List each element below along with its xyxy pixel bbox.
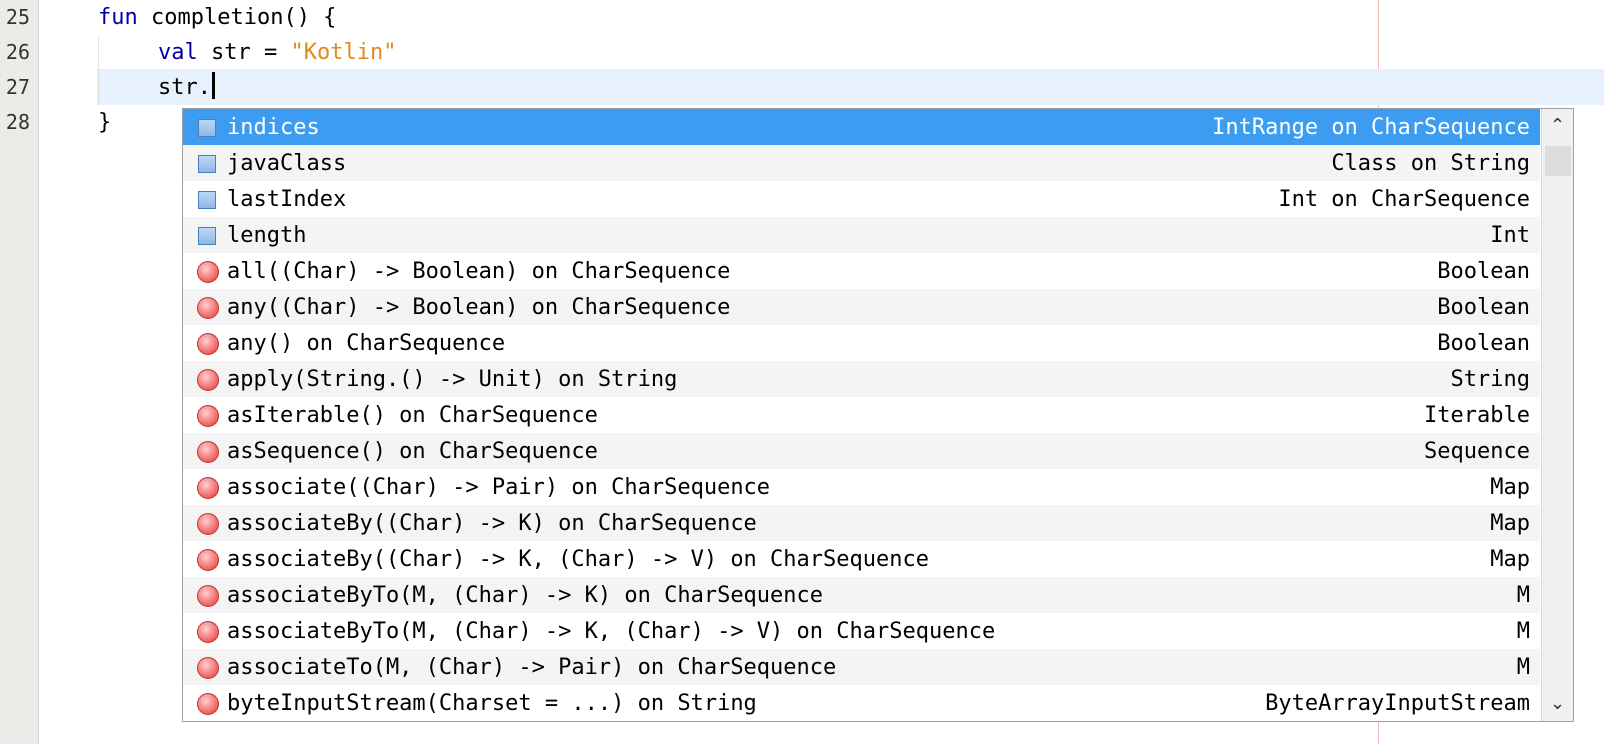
- completion-item-type: Map: [1490, 546, 1530, 572]
- completion-popup[interactable]: indices IntRange on CharSequence javaClass…: [182, 108, 1574, 722]
- completion-item-type: Map: [1490, 510, 1530, 536]
- completion-item-type: Sequence: [1424, 438, 1530, 464]
- completion-item-type: Iterable: [1424, 402, 1530, 428]
- completion-item-type: Boolean: [1437, 330, 1530, 356]
- completion-item-label: javaClass: [227, 150, 347, 176]
- code-line-26[interactable]: val str = "Kotlin": [158, 35, 396, 70]
- string-literal: "Kotlin": [290, 40, 397, 65]
- completion-item[interactable]: apply(String.() -> Unit) on String String: [183, 361, 1540, 397]
- code-text: str.: [158, 75, 211, 100]
- completion-item-label: associate((Char) -> Pair) on CharSequenc…: [227, 474, 771, 500]
- completion-item[interactable]: javaClass Class on String: [183, 145, 1540, 181]
- completion-item[interactable]: any() on CharSequence Boolean: [183, 325, 1540, 361]
- completion-item-label: indices: [227, 114, 320, 140]
- keyword: fun: [98, 5, 138, 30]
- completion-item[interactable]: associateBy((Char) -> K, (Char) -> V) on…: [183, 541, 1540, 577]
- completion-item-label: asSequence() on CharSequence: [227, 438, 598, 464]
- keyword: val: [158, 40, 198, 65]
- function-icon: [197, 441, 219, 463]
- completion-item[interactable]: associate((Char) -> Pair) on CharSequenc…: [183, 469, 1540, 505]
- completion-item[interactable]: asIterable() on CharSequence Iterable: [183, 397, 1540, 433]
- completion-item-label: all((Char) -> Boolean) on CharSequence: [227, 258, 731, 284]
- completion-item[interactable]: associateTo(M, (Char) -> Pair) on CharSe…: [183, 649, 1540, 685]
- completion-item-type: String: [1450, 366, 1530, 392]
- completion-item[interactable]: associateByTo(M, (Char) -> K, (Char) -> …: [183, 613, 1540, 649]
- text-caret: [211, 72, 215, 99]
- completion-item-type: Map: [1490, 474, 1530, 500]
- function-icon: [197, 693, 219, 715]
- completion-item-type: M: [1516, 582, 1530, 608]
- completion-item-label: associateByTo(M, (Char) -> K, (Char) -> …: [227, 618, 996, 644]
- completion-item-type: Boolean: [1437, 294, 1530, 320]
- line-number: 26: [5, 40, 30, 64]
- completion-item-type: Boolean: [1437, 258, 1530, 284]
- function-icon: [197, 477, 219, 499]
- function-icon: [197, 549, 219, 571]
- function-icon: [197, 621, 219, 643]
- completion-item[interactable]: indices IntRange on CharSequence: [183, 109, 1540, 145]
- function-icon: [197, 297, 219, 319]
- completion-scrollbar[interactable]: ⌃ ⌄: [1541, 109, 1573, 721]
- line-number: 25: [5, 5, 30, 29]
- code-line-27[interactable]: str.: [158, 70, 215, 105]
- completion-item-label: byteInputStream(Charset = ...) on String: [227, 690, 757, 716]
- completion-item-label: length: [227, 222, 307, 248]
- code-line-25[interactable]: fun completion() {: [98, 0, 336, 35]
- completion-item[interactable]: any((Char) -> Boolean) on CharSequence Bo…: [183, 289, 1540, 325]
- code-line-28[interactable]: }: [98, 105, 111, 140]
- line-number: 27: [5, 75, 30, 99]
- property-icon: [198, 191, 216, 209]
- completion-item-type: Int: [1490, 222, 1530, 248]
- completion-item[interactable]: associateBy((Char) -> K) on CharSequence…: [183, 505, 1540, 541]
- completion-item[interactable]: byteInputStream(Charset = ...) on String…: [183, 685, 1540, 721]
- line-number-gutter: 25 26 27 28: [0, 0, 39, 744]
- property-icon: [198, 227, 216, 245]
- line-number: 28: [5, 110, 30, 134]
- completion-item[interactable]: length Int: [183, 217, 1540, 253]
- function-icon: [197, 657, 219, 679]
- completion-item[interactable]: asSequence() on CharSequence Sequence: [183, 433, 1540, 469]
- completion-item-label: associateBy((Char) -> K, (Char) -> V) on…: [227, 546, 929, 572]
- completion-item-label: lastIndex: [227, 186, 347, 212]
- code-text: completion() {: [151, 5, 337, 30]
- indent-guide: [98, 36, 99, 105]
- chevron-down-icon[interactable]: ⌄: [1542, 689, 1573, 719]
- completion-item-type: M: [1516, 618, 1530, 644]
- function-icon: [197, 405, 219, 427]
- completion-item[interactable]: all((Char) -> Boolean) on CharSequence Bo…: [183, 253, 1540, 289]
- property-icon: [198, 155, 216, 173]
- completion-item-label: any((Char) -> Boolean) on CharSequence: [227, 294, 731, 320]
- completion-item-type: Int on CharSequence: [1278, 186, 1530, 212]
- completion-item-label: associateByTo(M, (Char) -> K) on CharSeq…: [227, 582, 824, 608]
- completion-item-type: ByteArrayInputStream: [1265, 690, 1530, 716]
- completion-item[interactable]: lastIndex Int on CharSequence: [183, 181, 1540, 217]
- completion-item-label: apply(String.() -> Unit) on String: [227, 366, 678, 392]
- property-icon: [198, 119, 216, 137]
- completion-item-type: IntRange on CharSequence: [1212, 114, 1530, 140]
- completion-item-type: M: [1516, 654, 1530, 680]
- completion-list[interactable]: indices IntRange on CharSequence javaClass…: [183, 109, 1540, 721]
- code-text: }: [98, 110, 112, 135]
- function-icon: [197, 513, 219, 535]
- completion-item[interactable]: associateByTo(M, (Char) -> K) on CharSeq…: [183, 577, 1540, 613]
- chevron-up-icon[interactable]: ⌃: [1542, 111, 1573, 141]
- completion-item-label: associateBy((Char) -> K) on CharSequence: [227, 510, 757, 536]
- current-line-highlight: [97, 69, 1604, 105]
- code-text: str =: [211, 40, 291, 65]
- completion-item-label: associateTo(M, (Char) -> Pair) on CharSe…: [227, 654, 837, 680]
- function-icon: [197, 369, 219, 391]
- completion-item-label: asIterable() on CharSequence: [227, 402, 598, 428]
- scrollbar-thumb[interactable]: [1545, 146, 1571, 176]
- completion-item-type: Class on String: [1331, 150, 1530, 176]
- completion-item-label: any() on CharSequence: [227, 330, 506, 356]
- function-icon: [197, 333, 219, 355]
- function-icon: [197, 261, 219, 283]
- function-icon: [197, 585, 219, 607]
